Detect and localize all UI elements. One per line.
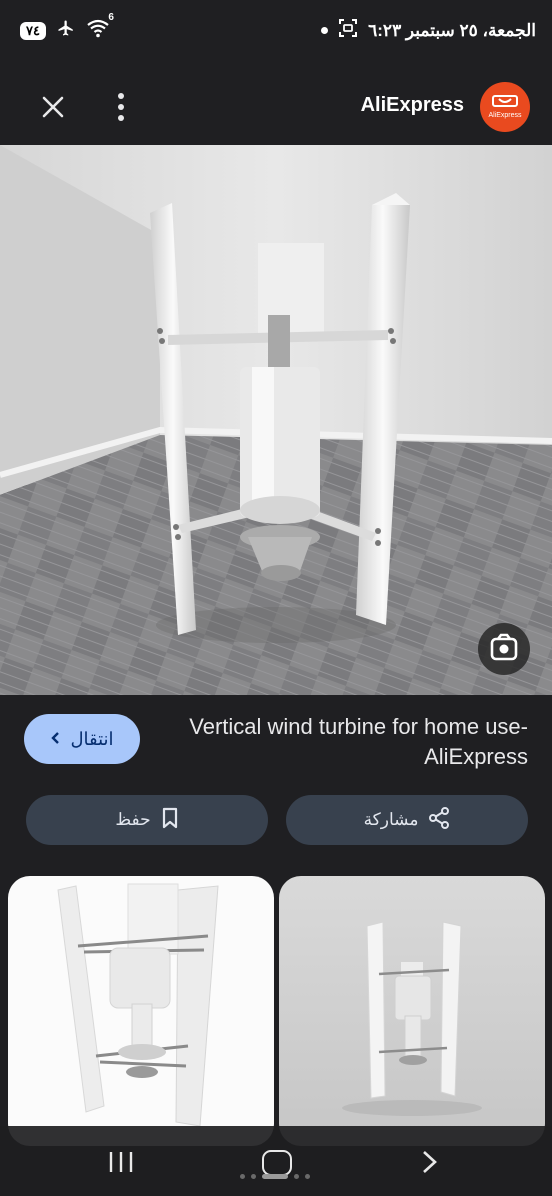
visit-button[interactable]: انتقال bbox=[24, 714, 140, 764]
recents-icon bbox=[109, 1152, 133, 1172]
save-label: حفظ bbox=[115, 810, 151, 829]
page-dot-active bbox=[262, 1174, 288, 1179]
battery-indicator: ٧٤ bbox=[20, 21, 46, 40]
page-dot bbox=[294, 1174, 299, 1179]
site-name[interactable]: AliExpress bbox=[361, 94, 464, 117]
page-dot bbox=[240, 1174, 245, 1179]
home-button[interactable] bbox=[262, 1150, 292, 1176]
related-image-1[interactable] bbox=[8, 876, 274, 1146]
save-button[interactable]: حفظ bbox=[26, 795, 268, 845]
wifi-icon: 6 bbox=[86, 12, 114, 43]
wind-turbine-thumbnail bbox=[57, 883, 219, 1127]
page-dot bbox=[251, 1174, 256, 1179]
notification-dot bbox=[321, 27, 329, 34]
wind-turbine-photo bbox=[0, 145, 552, 695]
system-nav-bar bbox=[0, 1126, 552, 1196]
airplane-icon bbox=[56, 19, 76, 42]
chevron-left-icon bbox=[50, 729, 62, 750]
more-options-button[interactable] bbox=[110, 90, 132, 124]
chevron-right-icon bbox=[423, 1151, 437, 1173]
status-right: الجمعة، ٢٥ سبتمبر ٦:٢٣ bbox=[321, 18, 536, 43]
shopping-bag-logo-icon bbox=[492, 95, 518, 107]
visit-label: انتقال bbox=[70, 728, 114, 749]
related-image-2[interactable] bbox=[279, 876, 545, 1146]
back-button[interactable] bbox=[420, 1150, 440, 1179]
bookmark-icon bbox=[161, 807, 179, 834]
visual-search-button[interactable] bbox=[478, 623, 530, 675]
recents-button[interactable] bbox=[108, 1150, 134, 1179]
share-label: مشاركة bbox=[363, 810, 419, 829]
close-icon bbox=[42, 96, 64, 118]
product-image[interactable] bbox=[0, 145, 552, 695]
close-button[interactable] bbox=[36, 90, 70, 124]
wifi-badge: 6 bbox=[108, 12, 114, 23]
status-icons: ٧٤ 6 bbox=[20, 12, 114, 43]
page-dot bbox=[305, 1174, 310, 1179]
top-bar: AliExpress AliExpress bbox=[0, 70, 552, 144]
share-icon bbox=[428, 806, 450, 834]
result-title[interactable]: Vertical wind turbine for home use- AliE… bbox=[128, 712, 528, 772]
screen-capture-icon bbox=[338, 18, 358, 43]
wind-turbine-thumbnail bbox=[342, 921, 482, 1116]
more-vert-icon bbox=[118, 93, 124, 121]
status-bar: ٧٤ 6 الجمعة، ٢٥ سبتمبر ٦:٢٣ bbox=[0, 0, 552, 60]
lens-icon bbox=[490, 633, 518, 661]
share-button[interactable]: مشاركة bbox=[286, 795, 528, 845]
page-indicator bbox=[240, 1174, 310, 1179]
site-logo[interactable]: AliExpress bbox=[480, 82, 530, 132]
status-datetime: الجمعة، ٢٥ سبتمبر ٦:٢٣ bbox=[368, 20, 536, 40]
logo-text: AliExpress bbox=[488, 112, 522, 119]
